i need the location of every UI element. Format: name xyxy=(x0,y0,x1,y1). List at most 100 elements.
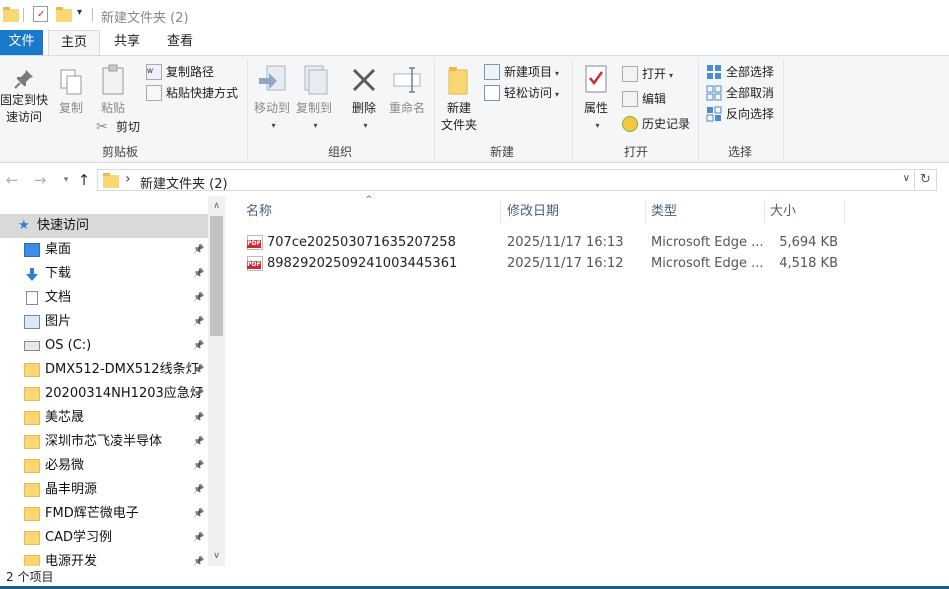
scroll-down-arrow-icon[interactable]: ∨ xyxy=(208,548,225,564)
refresh-icon[interactable]: ↻ xyxy=(915,169,937,191)
pin-icon[interactable]: 📌 xyxy=(193,382,204,406)
nav-quick-access[interactable]: ★ 快速访问 xyxy=(0,214,208,238)
select-none-icon xyxy=(706,85,722,101)
sidebar-item-label: 深圳市芯飞凌半导体 xyxy=(45,434,163,449)
paste-shortcut-button[interactable]: 粘贴快捷方式 xyxy=(146,83,238,103)
sidebar-item-label: 下载 xyxy=(45,266,72,281)
pin-icon[interactable]: 📌 xyxy=(193,262,204,286)
up-arrow-icon[interactable]: ↑ xyxy=(74,171,94,189)
column-header-type[interactable]: 类型 xyxy=(651,196,677,226)
column-header-name[interactable]: 名称 xyxy=(246,196,272,226)
move-to-icon xyxy=(257,64,287,98)
forward-arrow-icon[interactable]: → xyxy=(30,171,50,189)
pin-icon[interactable]: 📌 xyxy=(193,430,204,454)
breadcrumb-current-folder[interactable]: 新建文件夹 (2) xyxy=(140,173,228,192)
pin-icon[interactable]: 📌 xyxy=(193,334,204,358)
sidebar-item-label: CAD学习例 xyxy=(45,530,112,545)
pin-icon[interactable]: 📌 xyxy=(193,454,204,478)
desktop-icon xyxy=(24,243,40,257)
rename-button[interactable]: 重命名 xyxy=(386,64,428,117)
copy-path-button[interactable]: W 复制路径 xyxy=(146,62,214,82)
edit-button[interactable]: 编辑 xyxy=(622,89,666,109)
new-folder-label-line2: 文件夹 xyxy=(440,118,477,132)
column-divider[interactable] xyxy=(844,200,845,224)
pin-icon[interactable]: 📌 xyxy=(193,358,204,382)
move-to-button[interactable]: 移动到 ▾ xyxy=(252,64,292,134)
pin-icon[interactable]: 📌 xyxy=(193,310,204,334)
scissors-icon: ✂ xyxy=(96,119,108,135)
new-folder-icon xyxy=(446,64,472,98)
column-divider[interactable] xyxy=(645,200,646,224)
address-bar[interactable]: › 新建文件夹 (2) ∨ xyxy=(97,169,915,192)
sidebar-item[interactable]: 文档 📌 xyxy=(0,286,208,310)
pin-to-quick-access-button[interactable]: 固定到快 速访问 xyxy=(0,68,48,126)
sidebar-item[interactable]: 晶丰明源 📌 xyxy=(0,478,208,502)
properties-qat-icon[interactable]: ✓ xyxy=(33,6,48,22)
properties-button[interactable]: 属性 ▾ xyxy=(578,64,614,134)
sidebar-item[interactable]: 20200314NH1203应急灯 📌 xyxy=(0,382,208,406)
table-row[interactable]: PDF 707ce202503071635207258 2025/11/17 1… xyxy=(232,232,949,253)
nav-scrollbar[interactable]: ∧ ∨ xyxy=(208,196,225,566)
column-divider[interactable] xyxy=(500,200,501,224)
pictures-icon xyxy=(24,315,40,329)
cut-button[interactable]: ✂ 剪切 xyxy=(96,117,140,137)
sidebar-item[interactable]: 美芯晟 📌 xyxy=(0,406,208,430)
scroll-up-arrow-icon[interactable]: ∧ xyxy=(208,198,225,214)
easy-access-icon xyxy=(484,85,500,101)
scrollbar-thumb[interactable] xyxy=(210,216,223,336)
select-all-button[interactable]: 全部选择 xyxy=(706,62,774,82)
properties-icon xyxy=(584,64,608,98)
new-item-label: 新建项目 xyxy=(504,65,553,79)
pin-icon[interactable]: 📌 xyxy=(193,406,204,430)
open-button[interactable]: 打开 ▾ xyxy=(622,64,673,84)
pin-icon[interactable]: 📌 xyxy=(193,238,204,262)
group-divider xyxy=(783,60,784,160)
new-folder-qat-icon[interactable] xyxy=(56,7,72,22)
select-none-button[interactable]: 全部取消 xyxy=(706,83,774,103)
copy-button[interactable]: 复制 xyxy=(54,68,88,117)
sidebar-item[interactable]: 图片 📌 xyxy=(0,310,208,334)
column-header-modified[interactable]: 修改日期 xyxy=(507,196,559,226)
invert-selection-button[interactable]: 反向选择 xyxy=(706,104,774,124)
invert-selection-icon xyxy=(706,106,722,122)
sidebar-item[interactable]: CAD学习例 📌 xyxy=(0,526,208,550)
folder-icon xyxy=(3,7,19,22)
pin-icon[interactable]: 📌 xyxy=(193,502,204,526)
tab-home[interactable]: 主页 xyxy=(48,30,100,56)
paste-button[interactable]: 粘贴 xyxy=(96,64,130,117)
rename-icon xyxy=(392,64,422,98)
sidebar-item-label: 必易微 xyxy=(45,458,85,473)
sidebar-item[interactable]: 深圳市芯飞凌半导体 📌 xyxy=(0,430,208,454)
sidebar-item[interactable]: FMD辉芒微电子 📌 xyxy=(0,502,208,526)
sidebar-item[interactable]: 必易微 📌 xyxy=(0,454,208,478)
open-group-label: 打开 xyxy=(623,145,648,159)
tab-view[interactable]: 查看 xyxy=(155,30,205,55)
new-folder-button[interactable]: 新建 文件夹 xyxy=(438,64,480,134)
pin-icon[interactable]: 📌 xyxy=(193,526,204,550)
pin-icon[interactable]: 📌 xyxy=(193,286,204,310)
tab-file[interactable]: 文件 xyxy=(0,30,43,55)
sidebar-item[interactable]: 下载 📌 xyxy=(0,262,208,286)
history-button[interactable]: 历史记录 xyxy=(622,114,690,134)
pin-icon[interactable]: 📌 xyxy=(193,478,204,502)
divider xyxy=(23,8,24,22)
address-dropdown-chevron-icon[interactable]: ∨ xyxy=(903,173,910,184)
column-header-size[interactable]: 大小 xyxy=(770,196,796,226)
sidebar-item[interactable]: OS (C:) 📌 xyxy=(0,334,208,358)
back-arrow-icon[interactable]: ← xyxy=(2,171,22,189)
column-divider[interactable] xyxy=(764,200,765,224)
new-item-button[interactable]: 新建项目 ▾ xyxy=(484,62,559,82)
tab-share[interactable]: 共享 xyxy=(103,30,151,55)
sidebar-item[interactable]: 桌面 📌 xyxy=(0,238,208,262)
copy-to-button[interactable]: 复制到 ▾ xyxy=(294,64,334,134)
group-divider xyxy=(434,60,435,160)
file-name: 707ce202503071635207258 xyxy=(267,235,456,250)
paste-shortcut-icon xyxy=(146,85,162,101)
easy-access-button[interactable]: 轻松访问 ▾ xyxy=(484,83,559,103)
delete-button[interactable]: 删除 ▾ xyxy=(346,64,382,134)
recent-locations-chevron-icon[interactable]: ▾ xyxy=(56,175,76,185)
sidebar-item[interactable]: DMX512-DMX512线条灯 📌 xyxy=(0,358,208,382)
table-row[interactable]: PDF 898292025092410034453​61 2025/11/17 … xyxy=(232,253,949,274)
chevron-down-icon: ▾ xyxy=(271,121,276,130)
customize-qat-chevron-icon[interactable]: ▾ xyxy=(77,7,82,18)
